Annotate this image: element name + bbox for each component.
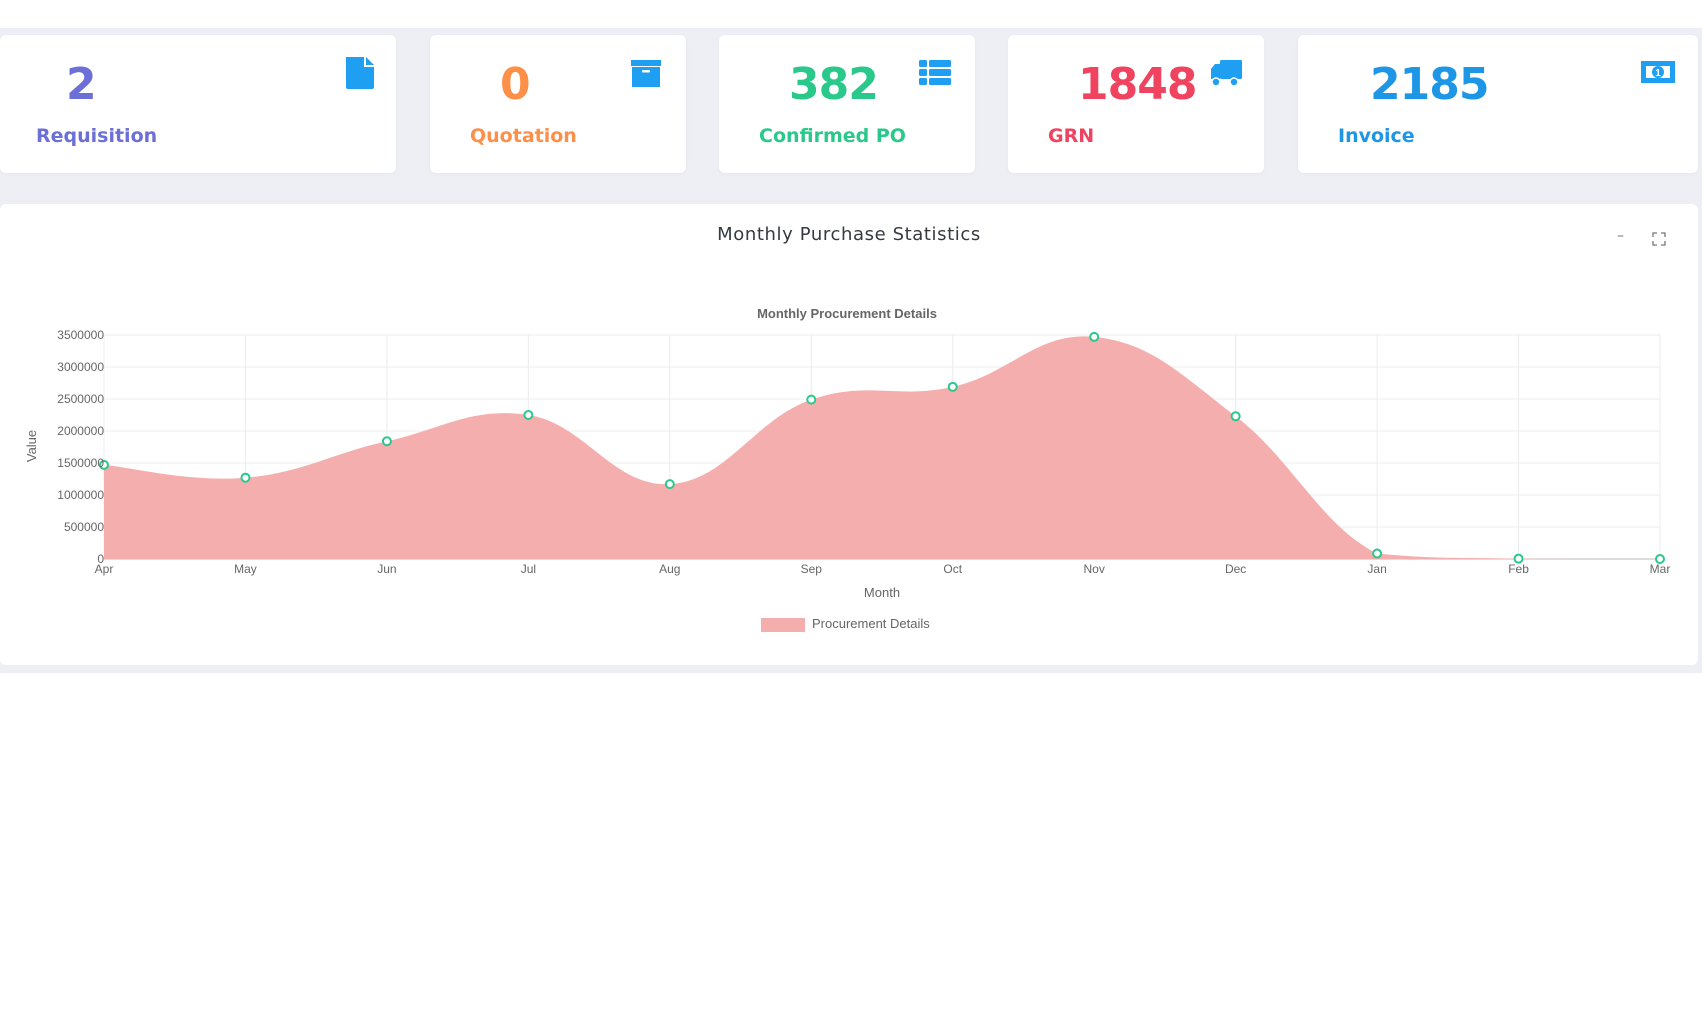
card-confirmed-po[interactable]: 382 Confirmed PO	[719, 35, 975, 173]
card-label: Requisition	[36, 125, 158, 147]
card-quotation[interactable]: 0 Quotation	[430, 35, 686, 173]
money-bill-icon: 1	[1641, 61, 1675, 83]
card-value: 2	[66, 59, 97, 110]
card-value: 2185	[1370, 59, 1489, 110]
file-icon	[346, 57, 374, 89]
card-label: GRN	[1048, 125, 1095, 147]
archive-box-icon	[631, 60, 661, 87]
list-icon	[919, 60, 951, 85]
card-invoice[interactable]: 2185 Invoice 1	[1298, 35, 1698, 173]
card-value: 0	[500, 59, 531, 110]
card-value: 1848	[1078, 59, 1197, 110]
card-requisition[interactable]: 2 Requisition	[0, 35, 396, 173]
chart-panel	[0, 204, 1698, 665]
truck-icon	[1211, 60, 1242, 87]
card-grn[interactable]: 1848 GRN	[1008, 35, 1264, 173]
card-label: Quotation	[470, 125, 577, 147]
minimize-button[interactable]: –	[1617, 228, 1624, 244]
svg-text:1: 1	[1655, 68, 1661, 79]
card-label: Confirmed PO	[759, 125, 906, 147]
panel-title: Monthly Purchase Statistics	[717, 224, 981, 245]
expand-icon[interactable]	[1652, 232, 1666, 246]
card-label: Invoice	[1338, 125, 1415, 147]
card-value: 382	[789, 59, 879, 110]
